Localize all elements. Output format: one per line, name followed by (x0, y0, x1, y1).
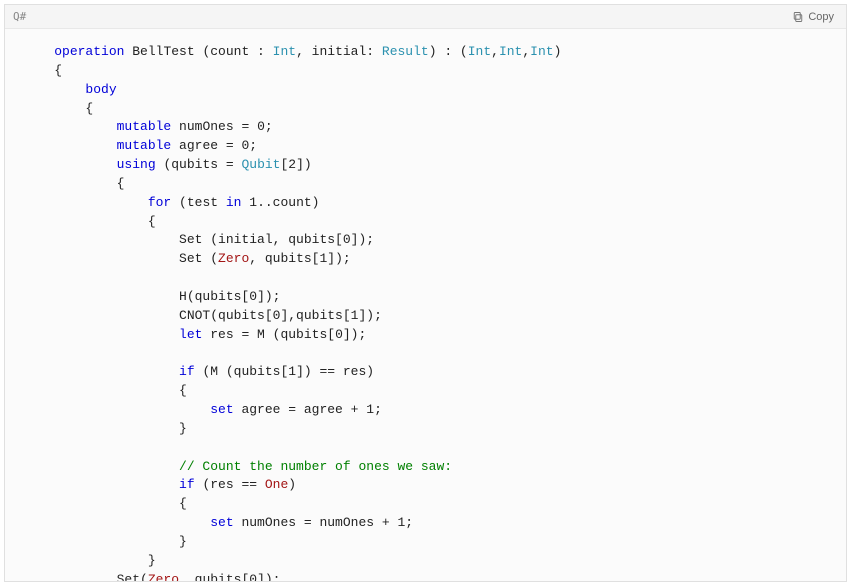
copy-button[interactable]: Copy (788, 9, 838, 25)
code-header: Q# Copy (5, 5, 846, 29)
copy-icon (792, 11, 804, 23)
code-content: operation BellTest (count : Int, initial… (5, 29, 846, 581)
code-block: Q# Copy operation BellTest (count : Int,… (4, 4, 847, 582)
language-label: Q# (13, 10, 26, 23)
copy-label: Copy (808, 11, 834, 23)
